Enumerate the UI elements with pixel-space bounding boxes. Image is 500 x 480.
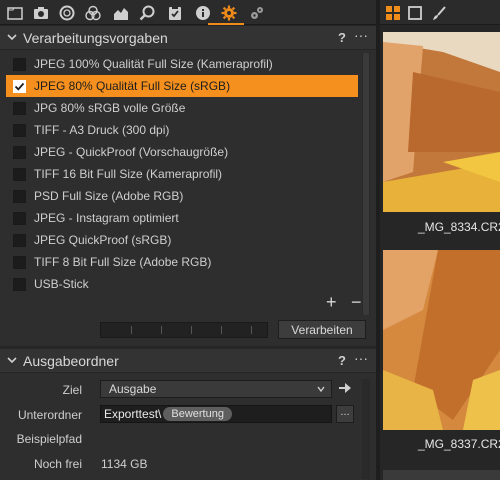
recipe-item[interactable]: JPEG - QuickProof (Vorschaugröße) — [6, 141, 358, 163]
browse-button[interactable]: ... — [336, 405, 354, 423]
recipe-label: JPG 80% sRGB volle Größe — [34, 101, 186, 115]
process-button[interactable]: Verarbeiten — [278, 320, 366, 339]
metadata-icon[interactable] — [194, 4, 211, 21]
beispielpfad-label: Beispielpfad — [16, 432, 82, 446]
recipe-checkbox[interactable] — [13, 123, 26, 137]
tool-tabs-bar — [0, 0, 376, 25]
recipe-checkbox[interactable] — [13, 79, 26, 93]
recipe-checkbox[interactable] — [13, 145, 26, 159]
library-icon[interactable] — [6, 4, 23, 21]
thumbnail-image[interactable] — [383, 32, 500, 212]
scrollbar-thumb[interactable] — [363, 53, 369, 315]
recipe-item[interactable]: JPEG - Instagram optimiert — [6, 207, 358, 229]
browser-toolbar — [380, 0, 500, 25]
recipe-item[interactable]: TIFF 8 Bit Full Size (Adobe RGB) — [6, 251, 358, 273]
panel-divider[interactable] — [376, 0, 380, 480]
details-icon[interactable] — [138, 4, 155, 21]
recipe-label: TIFF 16 Bit Full Size (Kameraprofil) — [34, 167, 223, 181]
ziel-value: Ausgabe — [109, 382, 157, 396]
recipe-checkbox[interactable] — [13, 101, 26, 115]
recipe-label: JPEG 100% Qualität Full Size (Kameraprof… — [34, 57, 273, 71]
recipe-checkbox[interactable] — [13, 167, 26, 181]
recipe-label: TIFF - A3 Druck (300 dpi) — [34, 123, 170, 137]
recipe-item[interactable]: JPG 80% sRGB volle Größe — [6, 97, 358, 119]
ziel-select[interactable]: Ausgabe — [100, 380, 332, 398]
recipe-label: JPEG QuickProof (sRGB) — [34, 233, 172, 247]
color-icon[interactable] — [84, 4, 101, 21]
checkmark-icon — [14, 82, 25, 91]
output-panel-title: Ausgabeordner — [23, 353, 119, 369]
recipe-item[interactable]: PSD Full Size (Adobe RGB) — [6, 185, 358, 207]
recipe-checkbox[interactable] — [13, 211, 26, 225]
arrow-right-icon[interactable] — [338, 382, 352, 394]
recipe-item[interactable]: TIFF 16 Bit Full Size (Kameraprofil) — [6, 163, 358, 185]
unterordner-value: Exporttest\ — [104, 407, 162, 421]
recipe-item[interactable]: USB-Stick — [6, 273, 358, 295]
active-tab-indicator — [208, 23, 244, 25]
remove-recipe-button[interactable]: − — [351, 292, 362, 313]
thumbnail-image[interactable] — [383, 250, 500, 430]
single-view-icon[interactable] — [406, 4, 423, 21]
recipe-label: PSD Full Size (Adobe RGB) — [34, 189, 184, 203]
recipes-panel-title: Verarbeitungsvorgaben — [23, 30, 168, 46]
recipe-item[interactable]: JPEG 100% Qualität Full Size (Kameraprof… — [6, 53, 358, 75]
recipe-checkbox[interactable] — [13, 189, 26, 203]
grid-view-icon[interactable] — [384, 4, 401, 21]
chevron-down-icon[interactable] — [6, 354, 18, 366]
recipe-label: USB-Stick — [34, 277, 89, 291]
recipe-checkbox[interactable] — [13, 57, 26, 71]
exposure-icon[interactable] — [112, 4, 129, 21]
recipe-item[interactable]: TIFF - A3 Druck (300 dpi) — [6, 119, 358, 141]
recipe-label: JPEG 80% Qualität Full Size (sRGB) — [34, 79, 231, 93]
brush-icon[interactable] — [430, 4, 447, 21]
noch-frei-value: 1134 GB — [101, 457, 148, 471]
panel-menu-button[interactable]: ··· — [354, 27, 368, 43]
recipe-label: JPEG - Instagram optimiert — [34, 211, 179, 225]
recipes-panel-header[interactable]: Verarbeitungsvorgaben ? ··· — [0, 26, 376, 50]
camera-icon[interactable] — [32, 4, 49, 21]
output-location-panel: Ausgabeordner ? ··· Ziel Ausgabe Unteror… — [0, 349, 376, 480]
process-progress-bar — [100, 322, 268, 338]
recipe-item[interactable]: JPEG QuickProof (sRGB) — [6, 229, 358, 251]
thumbnail-image[interactable] — [383, 470, 500, 480]
bewertung-token[interactable]: Bewertung — [163, 407, 232, 421]
unterordner-label: Unterordner — [17, 408, 82, 422]
output-panel-scrollbar[interactable] — [362, 379, 370, 479]
ziel-label: Ziel — [62, 383, 82, 397]
add-recipe-button[interactable]: + — [326, 292, 337, 313]
noch-frei-label: Noch frei — [33, 457, 82, 471]
lens-icon[interactable] — [58, 4, 75, 21]
recipe-label: JPEG - QuickProof (Vorschaugröße) — [34, 145, 229, 159]
recipe-list: JPEG 100% Qualität Full Size (Kameraprof… — [6, 53, 358, 295]
adjustments-icon[interactable] — [166, 4, 183, 21]
process-recipes-panel: Verarbeitungsvorgaben ? ··· JPEG 100% Qu… — [0, 26, 376, 346]
panel-menu-button[interactable]: ··· — [354, 350, 368, 366]
help-button[interactable]: ? — [338, 353, 346, 368]
recipe-checkbox[interactable] — [13, 233, 26, 247]
thumbnail-caption: _MG_8337.CR2 — [418, 437, 500, 451]
unterordner-field[interactable]: Exporttest\ Bewertung — [100, 405, 332, 423]
chevron-down-icon — [317, 386, 325, 393]
thumbnail-caption: _MG_8334.CR2 — [418, 220, 500, 234]
output-icon[interactable] — [220, 4, 237, 21]
recipe-item[interactable]: JPEG 80% Qualität Full Size (sRGB) — [6, 75, 358, 97]
chevron-down-icon[interactable] — [6, 31, 18, 43]
recipe-label: TIFF 8 Bit Full Size (Adobe RGB) — [34, 255, 212, 269]
batch-icon[interactable] — [248, 4, 265, 21]
recipe-checkbox[interactable] — [13, 277, 26, 291]
recipe-checkbox[interactable] — [13, 255, 26, 269]
recipe-list-scrollbar[interactable] — [362, 53, 370, 315]
help-button[interactable]: ? — [338, 30, 346, 45]
output-panel-header[interactable]: Ausgabeordner ? ··· — [0, 349, 376, 373]
